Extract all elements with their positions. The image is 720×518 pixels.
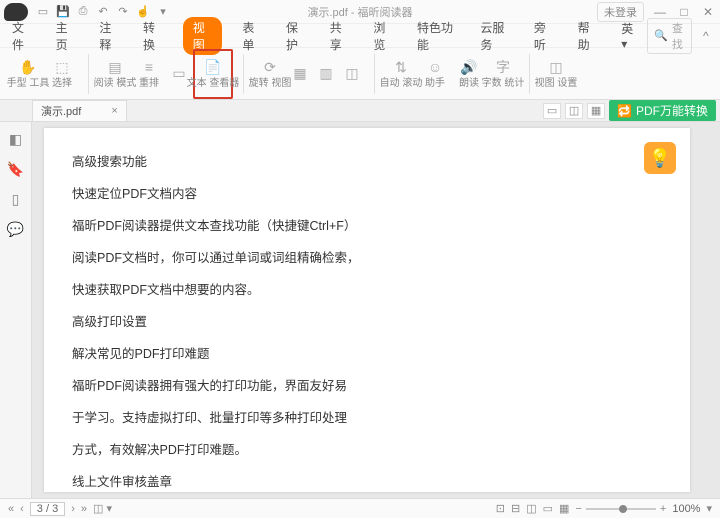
doc-line: 快速定位PDF文档内容 — [72, 184, 662, 204]
tab-close-icon[interactable]: × — [111, 105, 117, 117]
hand-tool-button[interactable]: ✋手型 工具 — [12, 51, 44, 97]
close-button[interactable]: ✕ — [700, 5, 716, 19]
page-tools-icon[interactable]: ◫ ▾ — [93, 502, 112, 515]
menu-protect[interactable]: 保护 — [282, 17, 310, 55]
tab-label: 演示.pdf — [41, 103, 81, 119]
menu-share[interactable]: 共享 — [326, 17, 354, 55]
sb-icon-5[interactable]: ▦ — [559, 502, 569, 515]
read-mode-button[interactable]: ▤阅读 模式 — [99, 51, 131, 97]
convert-icon: 🔁 — [617, 104, 632, 118]
layout2-icon: ▥ — [317, 65, 335, 83]
search-input[interactable]: 🔍 查找 — [647, 18, 692, 54]
document-tab[interactable]: 演示.pdf × — [32, 100, 127, 121]
lang-dropdown[interactable]: 英▾ — [617, 18, 639, 53]
view-settings-button[interactable]: ◫视图 设置 — [540, 51, 572, 97]
rotate-icon: ⟳ — [261, 58, 279, 76]
doc-line: 方式，有效解决PDF打印难题。 — [72, 440, 662, 460]
doc-line: 福昕PDF阅读器拥有强大的打印功能，界面友好易 — [72, 376, 662, 396]
read-icon: ▤ — [106, 58, 124, 76]
view-mode1-icon[interactable]: ▭ — [543, 103, 561, 119]
doc-line: 阅读PDF文档时，你可以通过单词或词组精确检索， — [72, 248, 662, 268]
zoom-in-icon[interactable]: + — [660, 503, 666, 515]
layout-icon: ▦ — [291, 65, 309, 83]
assistant-icon: ☺ — [426, 58, 444, 76]
layout1-button[interactable]: ▦ — [288, 51, 312, 97]
word-count-button[interactable]: 字字数 统计 — [487, 51, 519, 97]
menu-help[interactable]: 帮助 — [574, 17, 602, 55]
menu-form[interactable]: 表单 — [238, 17, 266, 55]
rail-thumbnails-icon[interactable]: ◧ — [7, 130, 25, 148]
menu-features[interactable]: 特色功能 — [413, 17, 460, 55]
maximize-button[interactable]: □ — [676, 5, 692, 19]
read-aloud-button[interactable]: 🔊朗读 — [453, 51, 485, 97]
rotate-button[interactable]: ⟳旋转 视图 — [254, 51, 286, 97]
layout3-icon: ◫ — [343, 65, 361, 83]
page-fit-button[interactable]: ▭ — [167, 51, 191, 97]
layout2-button[interactable]: ▥ — [314, 51, 338, 97]
menu-browse[interactable]: 浏览 — [369, 17, 397, 55]
sb-icon-4[interactable]: ▭ — [543, 502, 553, 515]
window-title: 演示.pdf - 福昕阅读器 — [307, 4, 412, 20]
assistant-button[interactable]: ☺助手 — [419, 51, 451, 97]
count-icon: 字 — [494, 58, 512, 76]
menu-home[interactable]: 主页 — [52, 17, 80, 55]
tip-bulb-icon[interactable]: 💡 — [644, 142, 676, 174]
doc-line: 高级打印设置 — [72, 312, 662, 332]
scroll-icon: ⇅ — [392, 58, 410, 76]
doc-line: 福昕PDF阅读器提供文本查找功能（快捷键Ctrl+F） — [72, 216, 662, 236]
doc-line: 高级搜索功能 — [72, 152, 662, 172]
first-page-icon[interactable]: « — [8, 503, 14, 515]
document-page: 💡 高级搜索功能 快速定位PDF文档内容 福昕PDF阅读器提供文本查找功能（快捷… — [44, 128, 690, 492]
zoom-dropdown-icon[interactable]: ▾ — [706, 502, 712, 515]
speaker-icon: 🔊 — [460, 58, 478, 76]
doc-line: 解决常见的PDF打印难题 — [72, 344, 662, 364]
rail-layers-icon[interactable]: ▯ — [7, 190, 25, 208]
zoom-slider[interactable] — [586, 508, 656, 510]
view-mode2-icon[interactable]: ◫ — [565, 103, 583, 119]
rail-comments-icon[interactable]: 💬 — [7, 220, 25, 238]
doc-line: 于学习。支持虚拟打印、批量打印等多种打印处理 — [72, 408, 662, 428]
next-page-icon[interactable]: › — [71, 503, 75, 515]
search-icon: 🔍 — [654, 29, 668, 42]
pdf-convert-button[interactable]: 🔁 PDF万能转换 — [609, 100, 716, 121]
reflow-icon: ≡ — [140, 58, 158, 76]
last-page-icon[interactable]: » — [81, 503, 87, 515]
hand-icon: ✋ — [19, 58, 37, 76]
text-viewer-highlight: 📄文本 查看器 — [193, 49, 233, 99]
zoom-out-icon[interactable]: − — [575, 503, 581, 515]
doc-line: 快速获取PDF文档中想要的内容。 — [72, 280, 662, 300]
zoom-level[interactable]: 100% — [672, 503, 700, 515]
layout3-button[interactable]: ◫ — [340, 51, 364, 97]
auto-scroll-button[interactable]: ⇅自动 滚动 — [385, 51, 417, 97]
menu-listen[interactable]: 旁听 — [530, 17, 558, 55]
reflow-button[interactable]: ≡重排 — [133, 51, 165, 97]
view-mode3-icon[interactable]: ▦ — [587, 103, 605, 119]
text-viewer-button[interactable]: 📄文本 查看器 — [197, 51, 229, 97]
qat-open-icon[interactable]: ▭ — [36, 5, 50, 19]
sb-icon-2[interactable]: ⊟ — [511, 502, 520, 515]
ribbon-collapse-icon[interactable]: ^ — [700, 29, 712, 43]
fit-icon: ▭ — [170, 65, 188, 83]
sb-icon-1[interactable]: ⊡ — [496, 502, 505, 515]
page-indicator[interactable]: 3 / 3 — [30, 502, 65, 516]
select-icon: ⬚ — [53, 58, 71, 76]
prev-page-icon[interactable]: ‹ — [20, 503, 24, 515]
menu-file[interactable]: 文件 — [8, 17, 36, 55]
select-button[interactable]: ⬚选择 — [46, 51, 78, 97]
text-viewer-icon: 📄 — [204, 58, 222, 76]
settings-icon: ◫ — [547, 58, 565, 76]
sb-icon-3[interactable]: ◫ — [526, 502, 536, 515]
minimize-button[interactable]: — — [652, 5, 668, 19]
doc-line: 线上文件审核盖章 — [72, 472, 662, 492]
menu-cloud[interactable]: 云服务 — [476, 17, 514, 55]
rail-bookmarks-icon[interactable]: 🔖 — [7, 160, 25, 178]
